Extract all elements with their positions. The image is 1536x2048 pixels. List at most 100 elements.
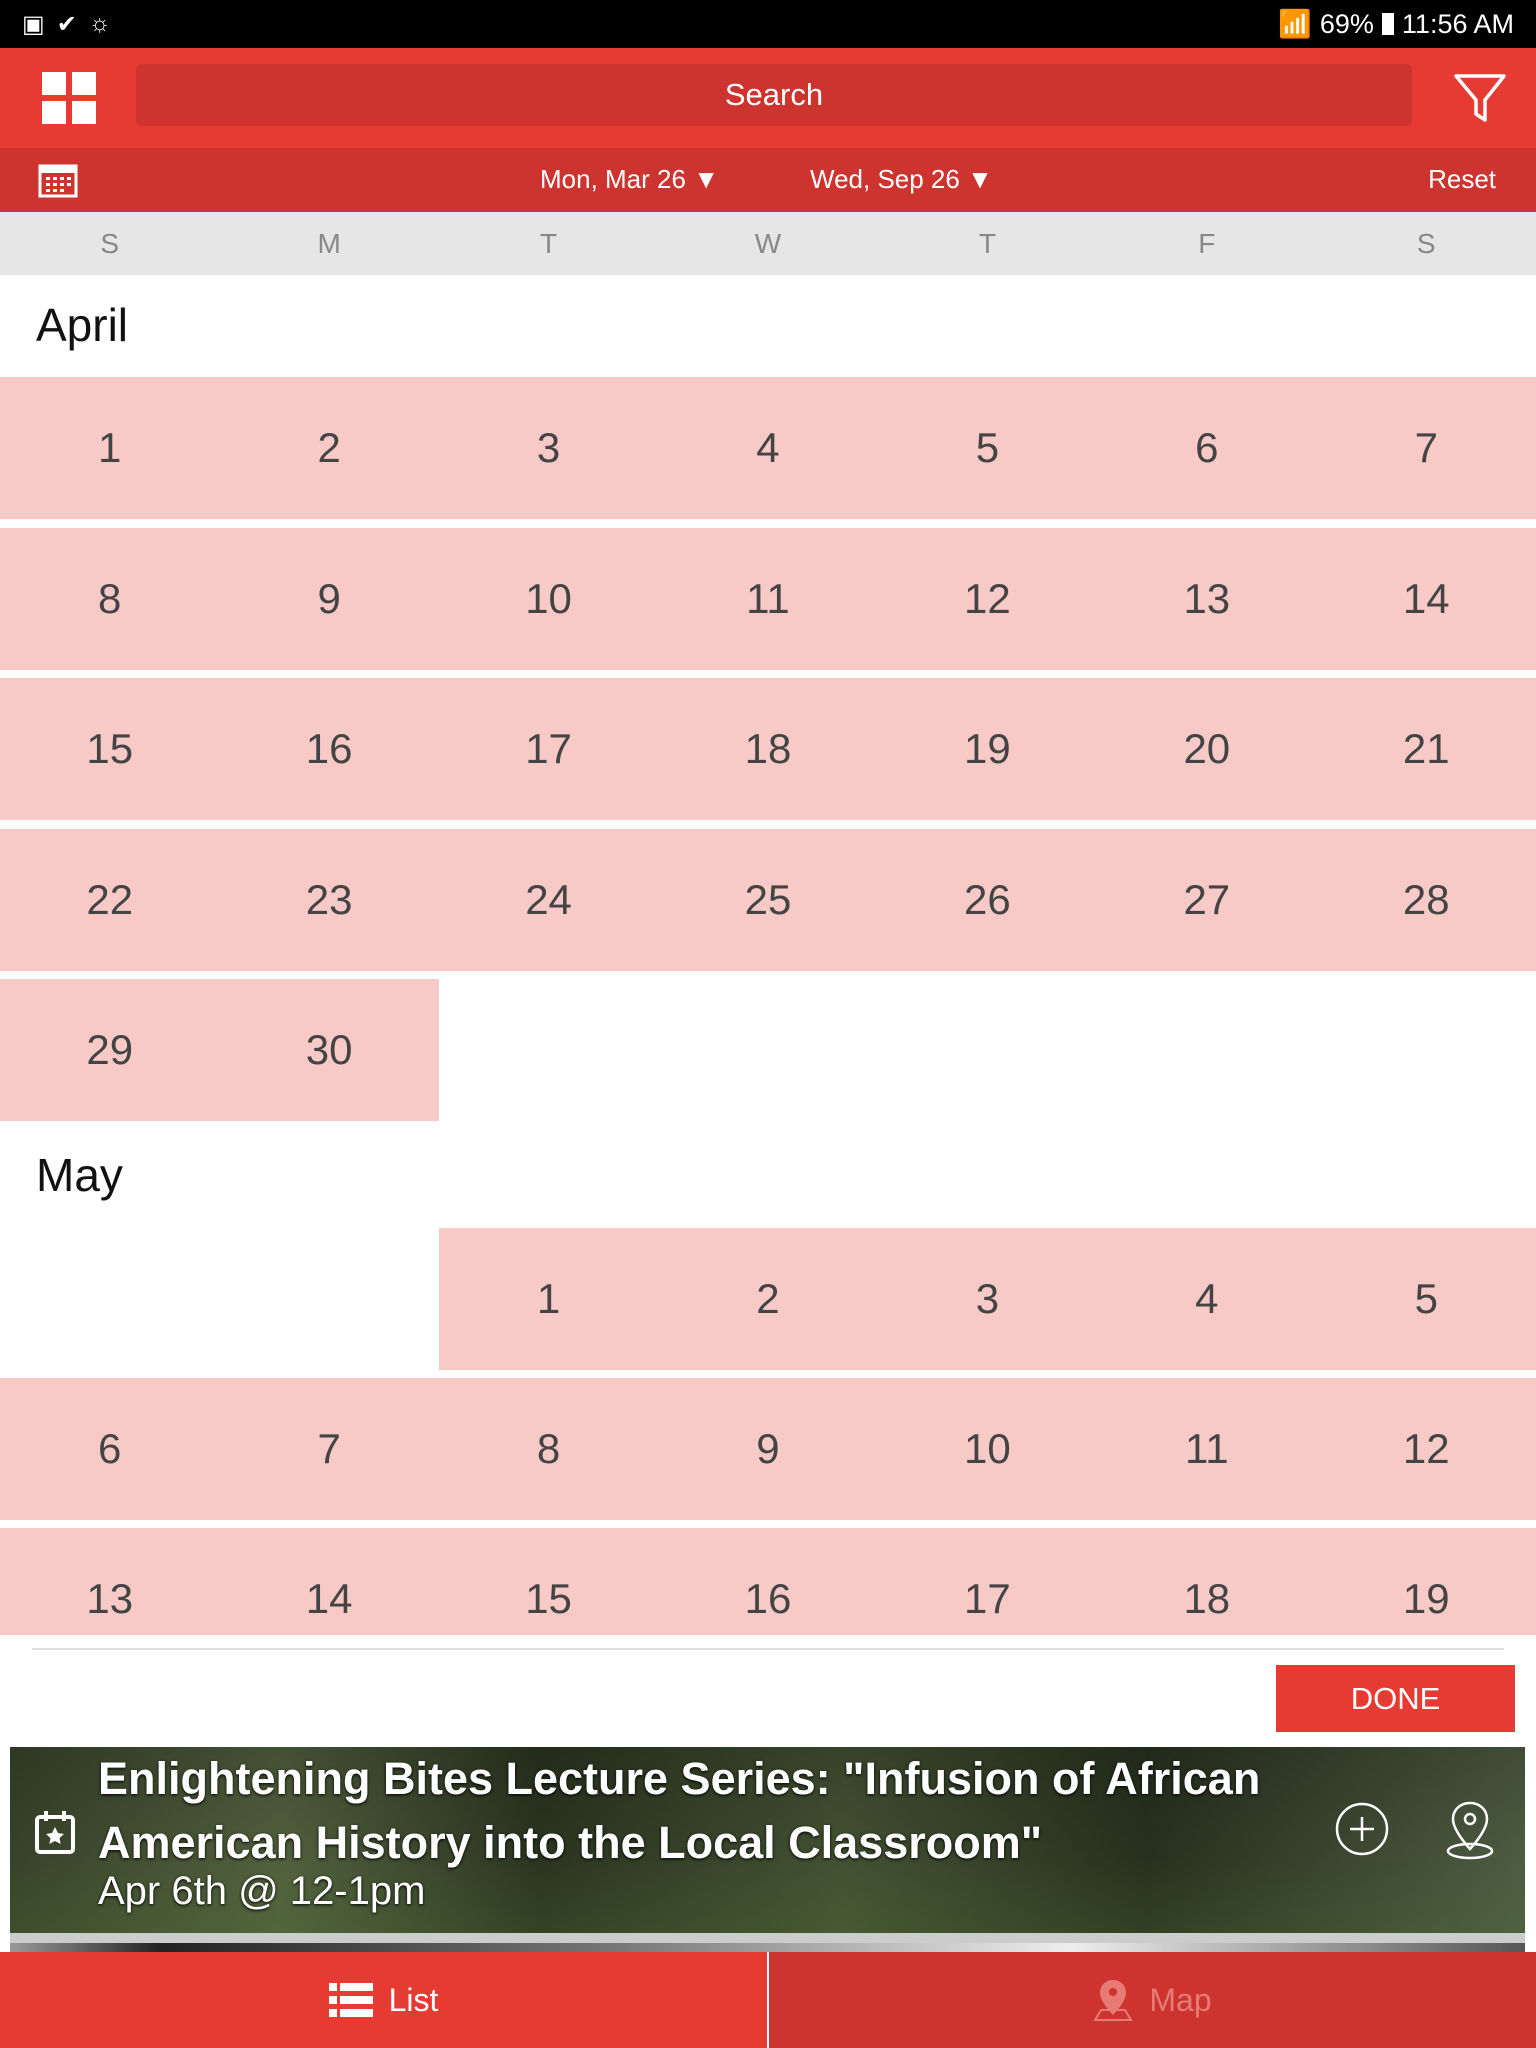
calendar-day[interactable]: 6 (0, 1378, 220, 1520)
calendar-day[interactable]: 10 (877, 1378, 1098, 1520)
add-circle-icon[interactable] (1334, 1801, 1390, 1857)
battery-icon (1381, 13, 1394, 35)
event-card[interactable]: Enlightening Bites Lecture Series: "Infu… (10, 1747, 1525, 1933)
calendar-day[interactable]: 7 (1316, 377, 1536, 519)
end-date-dropdown[interactable]: Wed, Sep 26 ▼ (810, 164, 993, 195)
calendar-day[interactable]: 20 (1097, 678, 1317, 820)
calendar-day[interactable]: 15 (0, 678, 220, 820)
calendar-day[interactable]: 14 (1316, 528, 1536, 670)
status-bar: ▣ ✔ ☼ 📶 69% 11:56 AM (0, 0, 1536, 48)
weather-icon: ☼ (88, 10, 111, 37)
weekday-label: S (1416, 228, 1436, 259)
event-title[interactable]: Enlightening Bites Lecture Series: "Infu… (98, 1747, 1318, 1875)
calendar-day[interactable]: 2 (658, 1228, 878, 1370)
calendar-day[interactable]: 5 (877, 377, 1098, 519)
calendar-day[interactable]: 8 (438, 1378, 659, 1520)
reset-button[interactable]: Reset (1428, 164, 1496, 195)
calendar-week-row: 13 14 15 16 17 18 19 (0, 1528, 1536, 1635)
event-calendar-icon (35, 1811, 75, 1854)
start-date-dropdown[interactable]: Mon, Mar 26 ▼ (540, 164, 719, 195)
month-label-april: April (36, 299, 129, 351)
calendar-day[interactable]: 9 (219, 528, 439, 670)
calendar-day[interactable]: 12 (877, 528, 1098, 670)
calendar-day[interactable]: 13 (0, 1528, 220, 1635)
divider (32, 1648, 1504, 1650)
card-gap (10, 1933, 1525, 1943)
empty-day-cell (658, 979, 877, 1121)
calendar-week-row: 1234567 (0, 377, 1536, 519)
grid-menu-icon[interactable] (42, 72, 96, 124)
calendar-day[interactable]: 4 (658, 377, 878, 519)
calendar-day[interactable]: 28 (1316, 829, 1536, 971)
calendar-day[interactable]: 3 (877, 1228, 1098, 1370)
calendar-day[interactable]: 17 (438, 678, 659, 820)
tab-list[interactable]: List (0, 1952, 769, 2048)
done-button[interactable]: DONE (1276, 1665, 1515, 1732)
battery-percent: 69% (1319, 8, 1374, 39)
weekday-label: T (978, 228, 996, 259)
calendar-day[interactable]: 21 (1316, 678, 1536, 820)
calendar-week-row: 29 30 (0, 979, 1536, 1121)
tab-map[interactable]: Map (769, 1952, 1536, 2048)
wifi-icon: 📶 (1278, 9, 1312, 39)
calendar-day[interactable]: 4 (1097, 1228, 1317, 1370)
calendar-day[interactable]: 5 (1316, 1228, 1536, 1370)
gallery-icon: ▣ (22, 11, 45, 38)
calendar-day[interactable]: 16 (219, 678, 439, 820)
calendar-day[interactable]: 2 (219, 377, 439, 519)
weekday-label: S (100, 228, 120, 259)
calendar-day[interactable]: 16 (658, 1528, 878, 1635)
calendar-day[interactable]: 24 (438, 829, 659, 971)
empty-day-cell (1097, 979, 1316, 1121)
calendar-day[interactable]: 3 (438, 377, 659, 519)
calendar-day[interactable]: 18 (1097, 1528, 1317, 1635)
calendar-day[interactable]: 26 (877, 829, 1098, 971)
app-header: Search (0, 48, 1536, 148)
calendar-day[interactable]: 22 (0, 829, 220, 971)
calendar-day[interactable]: 17 (877, 1528, 1098, 1635)
calendar-day[interactable]: 23 (219, 829, 439, 971)
map-pin-icon[interactable] (1442, 1799, 1498, 1861)
calendar-day[interactable]: 27 (1097, 829, 1317, 971)
calendar-day[interactable]: 30 (219, 979, 439, 1121)
bottom-nav: List Map (0, 1952, 1536, 2048)
calendar-day[interactable]: 11 (1097, 1378, 1317, 1520)
calendar-day[interactable]: 8 (0, 528, 220, 670)
date-range-bar: Mon, Mar 26 ▼ Wed, Sep 26 ▼ Reset (0, 148, 1536, 212)
calendar-day[interactable]: 1 (438, 1228, 659, 1370)
calendar-day[interactable]: 15 (438, 1528, 659, 1635)
calendar-day[interactable]: 10 (438, 528, 659, 670)
calendar-day[interactable]: 11 (658, 528, 878, 670)
clock: 11:56 AM (1401, 8, 1514, 39)
calendar-day[interactable]: 12 (1316, 1378, 1536, 1520)
caret-down-icon: ▼ (967, 164, 993, 194)
empty-day-cell (878, 979, 1097, 1121)
calendar-day[interactable]: 25 (658, 829, 878, 971)
calendar-day[interactable]: 9 (658, 1378, 878, 1520)
tab-map-label: Map (1149, 1981, 1212, 2018)
weekday-label: W (754, 228, 782, 259)
calendar-day[interactable]: 13 (1097, 528, 1317, 670)
end-date-label: Wed, Sep 26 (810, 164, 960, 194)
empty-day-cell (1317, 979, 1536, 1121)
calendar-day[interactable]: 29 (0, 979, 220, 1121)
calendar-day[interactable]: 19 (877, 678, 1098, 820)
calendar-icon[interactable] (38, 160, 78, 198)
search-input[interactable]: Search (136, 64, 1412, 126)
empty-day-cell (219, 1228, 438, 1370)
empty-day-cell (439, 979, 658, 1121)
tab-list-label: List (388, 1981, 439, 2018)
map-marker-icon (1093, 1980, 1134, 2021)
list-icon (328, 1983, 373, 2017)
filter-icon[interactable] (1452, 70, 1508, 126)
calendar-day[interactable]: 14 (219, 1528, 439, 1635)
calendar-week-row: 15 16 17 18 19 20 21 (0, 678, 1536, 820)
weekday-label: F (1198, 228, 1216, 259)
calendar-day[interactable]: 18 (658, 678, 878, 820)
calendar-day[interactable]: 19 (1316, 1528, 1536, 1635)
next-event-card[interactable] (10, 1943, 1525, 1952)
calendar-day[interactable]: 7 (219, 1378, 439, 1520)
calendar-day[interactable]: 1 (0, 377, 220, 519)
calendar-week-row: 6 7 8 9 10 11 12 (0, 1378, 1536, 1520)
calendar-day[interactable]: 6 (1097, 377, 1317, 519)
